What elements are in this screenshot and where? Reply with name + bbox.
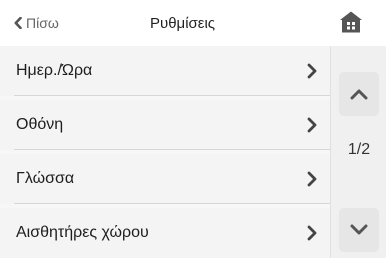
chevron-right-icon	[307, 117, 317, 133]
page-down-button[interactable]	[339, 208, 379, 252]
menu-item-label: Γλώσσα	[16, 170, 75, 187]
pager: 1/2	[330, 46, 386, 258]
chevron-right-icon	[307, 171, 317, 187]
menu-item-room-sensors[interactable]: Αισθητήρες χώρου	[0, 208, 330, 258]
top-bar: Πίσω Ρυθμίσεις	[0, 0, 386, 47]
chevron-left-icon	[14, 17, 22, 29]
row-divider	[14, 149, 330, 150]
chevron-right-icon	[307, 63, 317, 79]
menu-item-display[interactable]: Οθόνη	[0, 100, 330, 150]
menu-item-label: Ημερ./Ώρα	[16, 62, 93, 79]
menu-item-date-time[interactable]: Ημερ./Ώρα	[0, 46, 330, 96]
chevron-up-icon	[350, 89, 368, 100]
settings-content: Ημερ./Ώρα Οθόνη Γλώσσα Αισθητήρες χώρου	[0, 46, 386, 258]
row-divider	[14, 203, 330, 204]
menu-item-language[interactable]: Γλώσσα	[0, 154, 330, 204]
menu-item-label: Αισθητήρες χώρου	[16, 224, 149, 241]
row-divider	[14, 95, 330, 96]
page-title: Ρυθμίσεις	[150, 14, 216, 32]
home-button[interactable]	[339, 10, 363, 34]
page-indicator: 1/2	[347, 141, 371, 158]
menu-item-label: Οθόνη	[16, 116, 64, 133]
back-button[interactable]: Πίσω	[14, 12, 59, 34]
chevron-right-icon	[307, 225, 317, 241]
home-icon	[340, 11, 362, 33]
back-label: Πίσω	[26, 15, 59, 31]
chevron-down-icon	[350, 224, 368, 235]
page-up-button[interactable]	[339, 72, 379, 116]
settings-list: Ημερ./Ώρα Οθόνη Γλώσσα Αισθητήρες χώρου	[0, 46, 330, 258]
